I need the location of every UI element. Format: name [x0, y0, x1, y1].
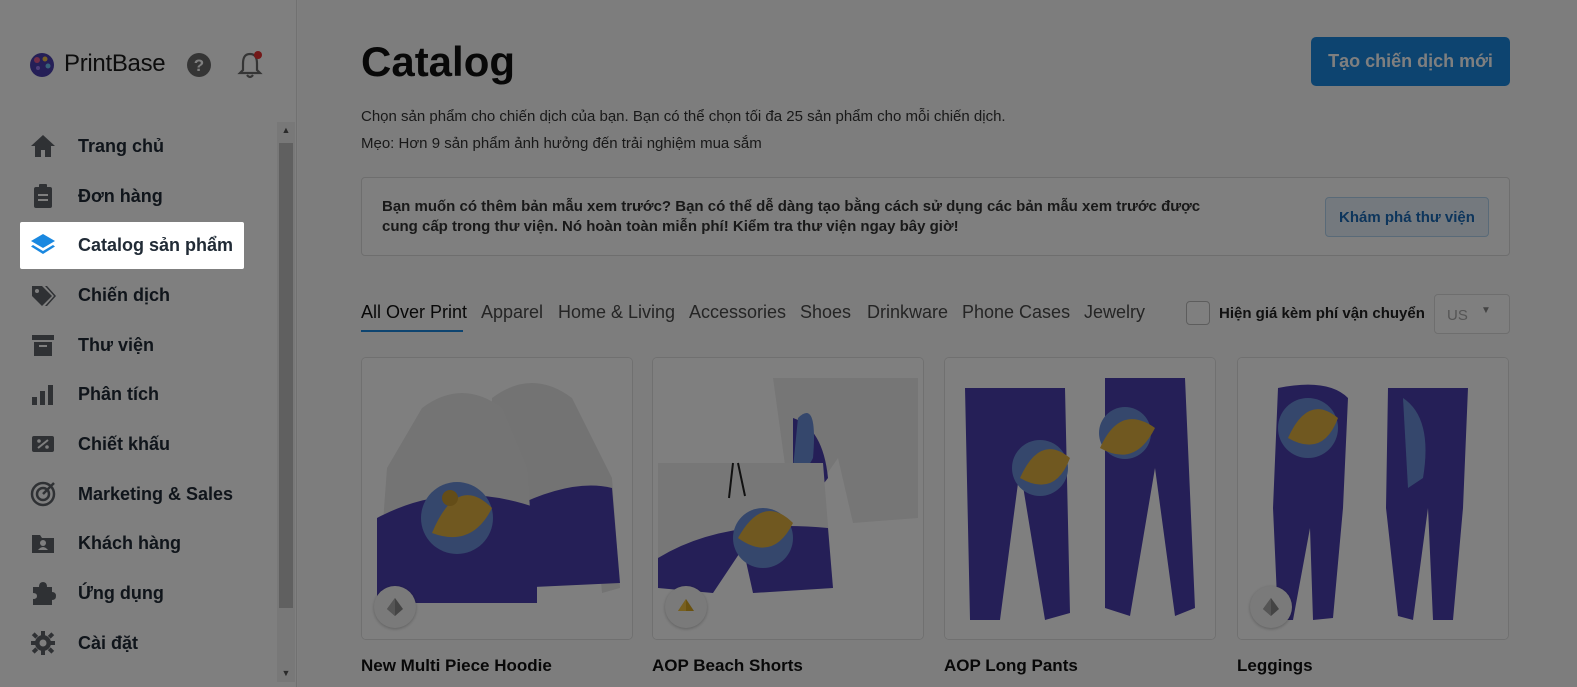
sidebar-item-9[interactable]: Khách hàng [20, 520, 244, 566]
clipboard-icon [30, 183, 56, 209]
sidebar-item-8[interactable]: Marketing & Sales [20, 471, 244, 517]
sidebar-item-label: Ứng dụng [78, 582, 164, 603]
tab-6[interactable]: Drinkware [867, 302, 948, 323]
chevron-down-icon: ▼ [1481, 305, 1491, 316]
catalog-description: Chọn sản phẩm cho chiến dịch của bạn. Bạ… [361, 108, 1006, 125]
bar-chart-icon [30, 381, 56, 407]
product-title[interactable]: New Multi Piece Hoodie [361, 656, 552, 676]
scroll-down-arrow-icon[interactable]: ▼ [279, 668, 293, 680]
product-card[interactable] [361, 357, 633, 640]
tab-1[interactable]: All Over Print [361, 302, 467, 323]
region-select-value: US [1447, 307, 1468, 324]
discount-icon [30, 431, 56, 457]
notification-bell-icon[interactable] [236, 50, 264, 80]
shipping-price-checkbox[interactable] [1186, 301, 1210, 325]
sidebar-item-1[interactable]: Trang chủ [20, 123, 244, 169]
brand-name: PrintBase [64, 50, 166, 77]
customer-folder-icon [30, 530, 56, 556]
tab-5[interactable]: Shoes [800, 302, 851, 323]
tab-8[interactable]: Jewelry [1084, 302, 1145, 323]
silver-tier-badge-icon [374, 586, 416, 628]
sidebar-item-label: Khách hàng [78, 532, 182, 553]
sidebar-item-label: Phân tích [78, 383, 160, 404]
spotlight-catalog-nav-item[interactable]: Catalog sản phẩm [20, 222, 244, 269]
region-select[interactable]: US ▼ [1434, 294, 1510, 334]
sidebar-item-11[interactable]: Cài đặt [20, 620, 244, 666]
product-title[interactable]: AOP Beach Shorts [652, 656, 803, 676]
sidebar-item-label: Đơn hàng [78, 185, 163, 206]
product-card[interactable] [652, 357, 924, 640]
archive-icon [30, 332, 56, 358]
tab-2[interactable]: Apparel [481, 302, 543, 323]
product-card[interactable] [944, 357, 1216, 640]
active-tab-indicator [361, 330, 463, 332]
page-title: Catalog [361, 38, 516, 85]
tags-icon [30, 282, 56, 308]
svg-text:?: ? [194, 56, 204, 75]
printbase-logo-icon [30, 53, 54, 77]
sidebar-item-2[interactable]: Đơn hàng [20, 173, 244, 219]
shipping-price-label: Hiện giá kèm phí vận chuyển [1219, 305, 1425, 322]
help-icon[interactable]: ? [186, 52, 212, 78]
tab-4[interactable]: Accessories [689, 302, 786, 323]
sidebar-item-label: Marketing & Sales [78, 483, 234, 504]
tab-7[interactable]: Phone Cases [962, 302, 1070, 323]
sidebar-item-4[interactable]: Chiến dịch [20, 272, 244, 318]
gear-icon [30, 630, 56, 656]
product-title[interactable]: AOP Long Pants [944, 656, 1078, 676]
silver-tier-badge-icon [1250, 586, 1292, 628]
product-title[interactable]: Leggings [1237, 656, 1313, 676]
library-info-banner: Bạn muốn có thêm bản mẫu xem trước? Bạn … [361, 177, 1510, 256]
puzzle-icon [30, 580, 56, 606]
home-icon [30, 133, 56, 159]
sidebar-item-7[interactable]: Chiết khấu [20, 421, 244, 467]
sidebar-item-label: Trang chủ [78, 135, 165, 156]
sidebar-item-6[interactable]: Phân tích [20, 371, 244, 417]
layers-icon [31, 234, 55, 254]
sidebar-item-label: Thư viện [78, 334, 155, 355]
sidebar-item-label: Chiết khấu [78, 433, 171, 454]
long-pants-product-image [945, 358, 1215, 639]
catalog-tip: Mẹo: Hơn 9 sản phẩm ảnh hưởng đến trải n… [361, 135, 762, 152]
explore-library-button[interactable]: Khám phá thư viện [1325, 197, 1489, 237]
library-info-text: Bạn muốn có thêm bản mẫu xem trước? Bạn … [382, 198, 1201, 235]
sidebar-scrollbar-thumb[interactable] [279, 143, 293, 608]
gold-tier-badge-icon [665, 586, 707, 628]
sidebar: PrintBase ? Trang chủ Đơn hàng Catalog sản… [0, 0, 297, 687]
sidebar-item-5[interactable]: Thư viện [20, 322, 244, 368]
tab-3[interactable]: Home & Living [558, 302, 675, 323]
product-card[interactable] [1237, 357, 1509, 640]
scroll-up-arrow-icon[interactable]: ▲ [279, 125, 293, 137]
sidebar-item-label: Cài đặt [78, 632, 139, 653]
main-content: Catalog Tạo chiến dịch mới Chọn sản phẩm… [298, 0, 1577, 687]
brand[interactable]: PrintBase [28, 50, 166, 78]
create-campaign-button[interactable]: Tạo chiến dịch mới [1311, 37, 1510, 86]
sidebar-item-10[interactable]: Ứng dụng [20, 570, 244, 616]
sidebar-item-label: Chiến dịch [78, 284, 171, 305]
sidebar-item-label: Catalog sản phẩm [78, 235, 234, 255]
target-icon [30, 481, 56, 507]
